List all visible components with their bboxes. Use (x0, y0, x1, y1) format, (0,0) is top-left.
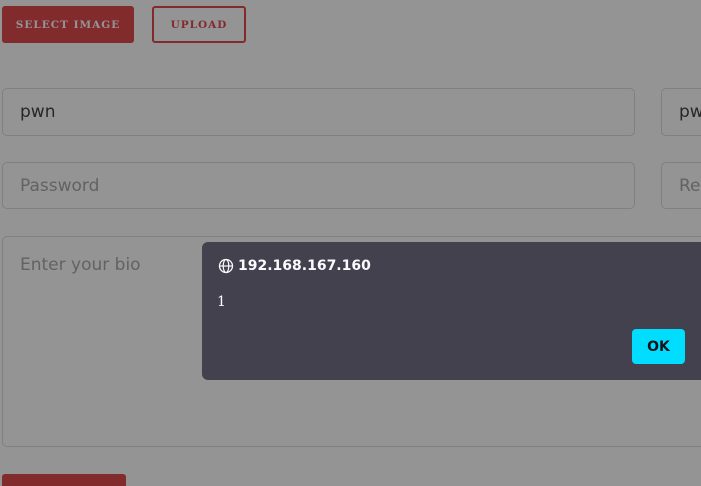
globe-icon (218, 258, 234, 274)
dialog-origin: 192.168.167.160 (238, 258, 371, 274)
dialog-message: 1 (217, 294, 226, 310)
ok-button[interactable]: OK (632, 329, 685, 364)
dialog-header: 192.168.167.160 (218, 258, 371, 274)
alert-dialog: 192.168.167.160 1 OK (202, 242, 701, 380)
page: SELECT IMAGE UPLOAD pwn pw Password Re E… (0, 0, 701, 486)
